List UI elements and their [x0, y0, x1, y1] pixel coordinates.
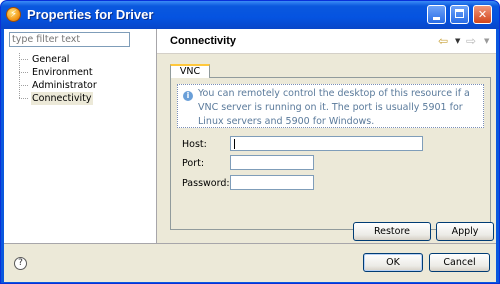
page-header: Connectivity ⇦ ▼ ⇨ ▼	[157, 29, 496, 54]
title-bar[interactable]: ⚡ Properties for Driver ✕	[1, 1, 499, 29]
tree-item-label: Administrator	[32, 80, 97, 91]
port-field[interactable]	[230, 155, 314, 170]
arrow-left-icon[interactable]: ⇦	[438, 34, 448, 48]
arrow-right-icon[interactable]: ⇨	[466, 34, 476, 48]
close-icon: ✕	[477, 8, 488, 21]
tree-item-label: Environment	[32, 67, 93, 78]
tab-vnc[interactable]: VNC	[170, 64, 210, 78]
password-label: Password:	[182, 178, 230, 189]
tree-item-label: Connectivity	[31, 92, 93, 105]
maximize-icon	[455, 9, 464, 18]
vnc-tab-panel: i You can remotely control the desktop o…	[170, 77, 491, 230]
dialog-button-bar: ? OK Cancel	[4, 244, 496, 282]
text-caret	[234, 139, 235, 149]
preference-tree-pane: General Environment Administrator Connec…	[4, 29, 157, 243]
dialog-client-area: General Environment Administrator Connec…	[4, 29, 496, 282]
host-field[interactable]	[230, 136, 423, 151]
maximize-button[interactable]	[450, 5, 469, 24]
chevron-down-icon[interactable]: ▼	[455, 34, 460, 48]
filter-input[interactable]	[9, 32, 130, 47]
property-page: Connectivity ⇦ ▼ ⇨ ▼ VNC i You can remot…	[157, 29, 496, 254]
apply-button[interactable]: Apply	[436, 222, 494, 241]
port-label: Port:	[182, 158, 205, 169]
help-icon[interactable]: ?	[14, 257, 27, 270]
properties-dialog: ⚡ Properties for Driver ✕ General Enviro…	[0, 0, 500, 284]
ok-button[interactable]: OK	[363, 253, 423, 272]
app-icon: ⚡	[6, 7, 21, 22]
info-text: You can remotely control the desktop of …	[198, 88, 470, 127]
info-icon: i	[183, 91, 193, 101]
info-message: i You can remotely control the desktop o…	[177, 84, 484, 128]
chevron-down-icon[interactable]: ▼	[484, 34, 489, 48]
window-title: Properties for Driver	[27, 7, 154, 22]
minimize-button[interactable]	[427, 5, 446, 24]
page-title: Connectivity	[170, 35, 237, 47]
password-field[interactable]	[230, 175, 314, 190]
restore-defaults-button[interactable]: Restore Defaults	[353, 222, 431, 254]
host-label: Host:	[182, 139, 207, 150]
minimize-icon	[433, 17, 440, 20]
cancel-button[interactable]: Cancel	[429, 253, 490, 272]
tree-item-label: General	[32, 54, 70, 65]
close-button[interactable]: ✕	[473, 5, 492, 24]
